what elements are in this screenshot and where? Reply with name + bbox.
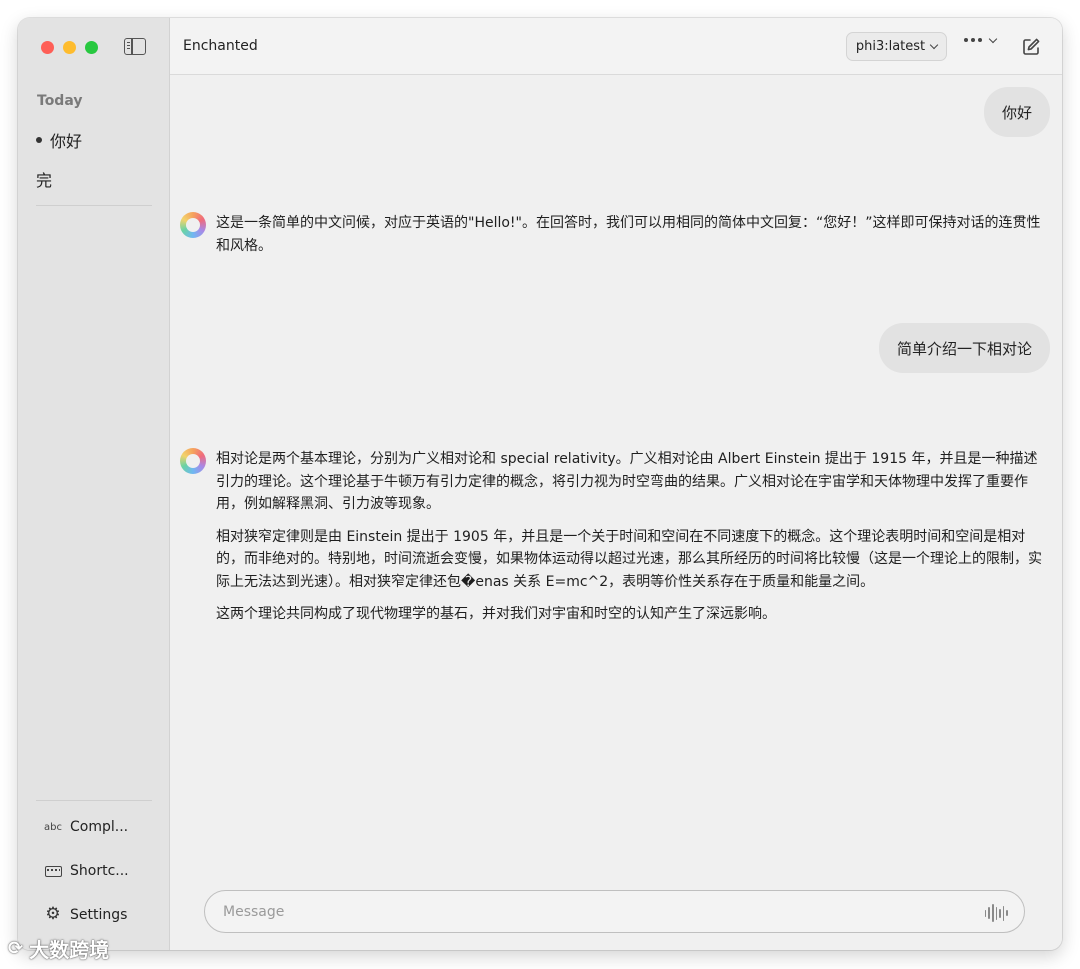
watermark: ⟳ 大数跨境 — [8, 934, 109, 963]
section-label-today: Today — [37, 93, 83, 109]
assistant-message-text: 这是一条简单的中文问候，对应于英语的"Hello!"。在回答时，我们可以用相同的… — [216, 212, 1042, 257]
model-select[interactable]: phi3:latest — [846, 32, 947, 61]
gear-icon: ⚙ — [45, 904, 61, 924]
toolbar: Enchanted phi3:latest — [170, 18, 1062, 75]
model-select-value: phi3:latest — [855, 39, 926, 54]
assistant-avatar-icon — [180, 212, 206, 238]
message-paragraph: 这两个理论共同构成了现代物理学的基石，并对我们对宇宙和时空的认知产生了深远影响。 — [216, 606, 776, 622]
sidebar-item-settings[interactable]: ⚙ Settings — [44, 906, 127, 923]
chevron-down-icon — [988, 34, 998, 43]
more-options-button[interactable] — [964, 34, 998, 43]
sidebar: Today 你好 完 abc Compl... Shortc... ⚙ Sett… — [18, 18, 170, 950]
minimize-window-button[interactable] — [63, 41, 76, 54]
window-controls — [41, 41, 98, 54]
sidebar-item-label: Compl... — [70, 819, 129, 835]
message-composer — [204, 890, 1025, 933]
app-title: Enchanted — [183, 38, 258, 54]
close-window-button[interactable] — [41, 41, 54, 54]
assistant-message: 这是一条简单的中文问候，对应于英语的"Hello!"。在回答时，我们可以用相同的… — [180, 212, 1042, 257]
keyboard-icon — [44, 865, 62, 877]
sidebar-chat-item[interactable]: 完 — [36, 167, 52, 191]
sidebar-chat-item[interactable]: 你好 — [36, 128, 82, 152]
assistant-message: 相对论是两个基本理论，分别为广义相对论和 special relativity。… — [180, 448, 1042, 626]
main-panel: Enchanted phi3:latest 你好 这是一条简单的中文问候，对应于… — [170, 18, 1062, 950]
sidebar-item-completions[interactable]: abc Compl... — [44, 819, 128, 835]
message-paragraph: 相对论是两个基本理论，分别为广义相对论和 special relativity。… — [216, 451, 1038, 512]
sidebar-item-shortcuts[interactable]: Shortc... — [44, 863, 129, 879]
abc-icon: abc — [44, 821, 62, 833]
assistant-message-text: 相对论是两个基本理论，分别为广义相对论和 special relativity。… — [216, 448, 1042, 626]
assistant-avatar-icon — [180, 448, 206, 474]
sidebar-divider — [36, 800, 152, 801]
new-chat-compose-icon[interactable] — [1021, 37, 1041, 57]
voice-waveform-icon[interactable] — [984, 903, 1008, 923]
zoom-window-button[interactable] — [85, 41, 98, 54]
message-input[interactable] — [223, 902, 963, 922]
user-message-bubble: 你好 — [983, 87, 1050, 137]
watermark-logo-icon: ⟳ — [8, 938, 24, 959]
message-paragraph: 相对狭窄定律则是由 Einstein 提出于 1905 年，并且是一个关于时间和… — [216, 528, 1042, 590]
user-message-text: 简单介绍一下相对论 — [896, 339, 1032, 358]
app-window: Today 你好 完 abc Compl... Shortc... ⚙ Sett… — [18, 18, 1062, 950]
user-message-bubble: 简单介绍一下相对论 — [878, 323, 1050, 373]
ellipsis-icon — [964, 38, 982, 42]
message-paragraph: 这是一条简单的中文问候，对应于英语的"Hello!"。在回答时，我们可以用相同的… — [216, 215, 1041, 254]
sidebar-item-label: Settings — [70, 906, 128, 923]
sidebar-item-label: Shortc... — [70, 863, 129, 879]
sidebar-chat-label: 完 — [36, 171, 53, 190]
active-chat-dot-icon — [36, 137, 42, 143]
sidebar-divider — [36, 205, 152, 206]
user-message-text: 你好 — [1001, 103, 1032, 122]
sidebar-chat-label: 你好 — [50, 132, 83, 151]
sidebar-toggle-icon[interactable] — [124, 38, 146, 55]
chevron-down-icon — [929, 40, 939, 50]
watermark-text: 大数跨境 — [29, 938, 110, 962]
